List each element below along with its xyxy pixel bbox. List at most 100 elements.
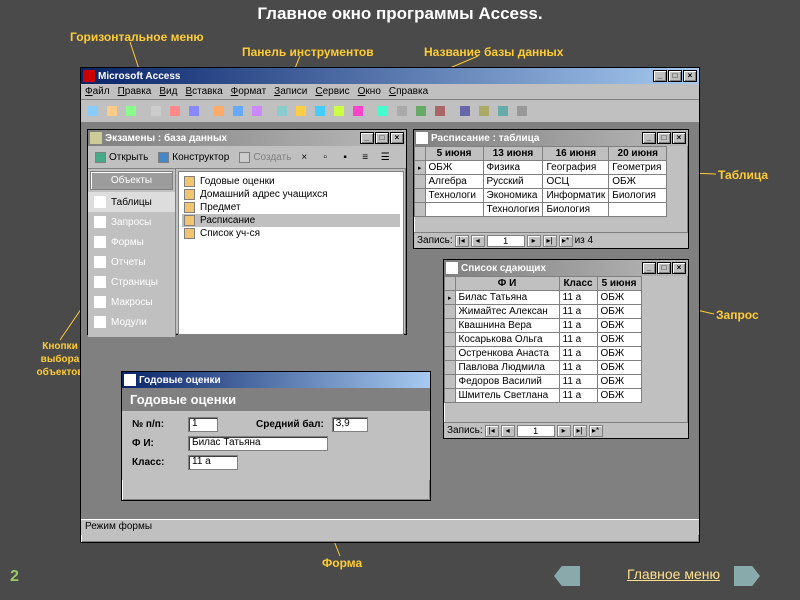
table-row[interactable]: Косарькова Ольга11 аОБЖ	[445, 333, 642, 347]
objects-item-таблицы[interactable]: Таблицы	[88, 192, 175, 212]
table-grid[interactable]: 5 июня13 июня16 июня20 июняОБЖФизикаГеог…	[414, 146, 667, 217]
table-row[interactable]: Остренкова Анаста11 аОБЖ	[445, 347, 642, 361]
db-item-list[interactable]: Годовые оценкиДомашний адрес учащихсяПре…	[178, 171, 404, 335]
nav-new-button[interactable]: ▸*	[559, 235, 573, 247]
name-field[interactable]: Билас Татьяна	[188, 436, 328, 451]
toolbar-button-5[interactable]	[185, 102, 203, 120]
menu-вставка[interactable]: Вставка	[185, 86, 222, 97]
objects-header[interactable]: Объекты	[90, 171, 173, 190]
nav-last-button[interactable]: ▸|	[573, 425, 587, 437]
open-button[interactable]: Открыть	[91, 148, 152, 166]
query-maximize-button[interactable]: □	[657, 262, 671, 274]
table-record-nav[interactable]: Запись: |◂ ◂ 1 ▸ ▸| ▸* из 4	[414, 232, 688, 248]
db-item[interactable]: Домашний адрес учащихся	[182, 188, 400, 201]
menu-записи[interactable]: Записи	[274, 86, 307, 97]
db-minimize-button[interactable]: _	[360, 132, 374, 144]
nav-last-button[interactable]: ▸|	[543, 235, 557, 247]
toolbar-button-10[interactable]	[292, 102, 310, 120]
class-field[interactable]: 11 а	[188, 455, 238, 470]
query-close-button[interactable]: ×	[672, 262, 686, 274]
toolbar-button-4[interactable]	[166, 102, 184, 120]
table-minimize-button[interactable]: _	[642, 132, 656, 144]
toolbar-button-15[interactable]	[393, 102, 411, 120]
objects-item-модули[interactable]: Модули	[88, 312, 175, 332]
toolbar-button-11[interactable]	[311, 102, 329, 120]
toolbar-button-3[interactable]	[147, 102, 165, 120]
toolbar-button-17[interactable]	[431, 102, 449, 120]
menu-окно[interactable]: Окно	[358, 86, 381, 97]
toolbar-button-18[interactable]	[456, 102, 474, 120]
toolbar-button-12[interactable]	[330, 102, 348, 120]
nav-next-button[interactable]: ▸	[557, 425, 571, 437]
toolbar-button-21[interactable]	[513, 102, 531, 120]
maximize-button[interactable]: □	[668, 70, 682, 82]
menu-правка[interactable]: Правка	[118, 86, 152, 97]
large-icons-button[interactable]: ▫	[316, 148, 334, 166]
db-maximize-button[interactable]: □	[375, 132, 389, 144]
design-button[interactable]: Конструктор	[154, 148, 233, 166]
table-row[interactable]: ОБЖФизикаГеографияГеометрия	[415, 161, 667, 175]
toolbar-button-1[interactable]	[103, 102, 121, 120]
toolbar-button-13[interactable]	[349, 102, 367, 120]
close-button[interactable]: ×	[683, 70, 697, 82]
nav-prev-button[interactable]: ◂	[471, 235, 485, 247]
prev-slide-button[interactable]	[554, 566, 580, 586]
toolbar-button-9[interactable]	[273, 102, 291, 120]
main-toolbar[interactable]	[81, 100, 699, 123]
nav-record-input[interactable]: 1	[517, 425, 555, 437]
table-row[interactable]: Жимайтес Алексан11 аОБЖ	[445, 305, 642, 319]
nav-first-button[interactable]: |◂	[455, 235, 469, 247]
nav-first-button[interactable]: |◂	[485, 425, 499, 437]
app-titlebar[interactable]: Microsoft Access _ □ ×	[81, 68, 699, 84]
table-row[interactable]: Шмитель Светлана11 аОБЖ	[445, 389, 642, 403]
table-row[interactable]: ТехнологиЭкономикаИнформатикБиология	[415, 189, 667, 203]
table-row[interactable]: Квашнина Вера11 аОБЖ	[445, 319, 642, 333]
table-row[interactable]: АлгебраРусскийОСЦОБЖ	[415, 175, 667, 189]
menu-вид[interactable]: Вид	[159, 86, 177, 97]
list-button[interactable]: ≡	[356, 148, 374, 166]
table-maximize-button[interactable]: □	[657, 132, 671, 144]
db-toolbar[interactable]: Открыть Конструктор Создать × ▫ ▪ ≡ ☰	[88, 146, 406, 169]
objects-item-макросы[interactable]: Макросы	[88, 292, 175, 312]
table-row[interactable]: Федоров Василий11 аОБЖ	[445, 375, 642, 389]
table-titlebar[interactable]: Расписание : таблица _ □ ×	[414, 130, 688, 146]
table-row[interactable]: Павлова Людмила11 аОБЖ	[445, 361, 642, 375]
table-row[interactable]: Билас Татьяна11 аОБЖ	[445, 291, 642, 305]
query-minimize-button[interactable]: _	[642, 262, 656, 274]
menu-файл[interactable]: Файл	[85, 86, 110, 97]
nav-next-button[interactable]: ▸	[527, 235, 541, 247]
form-titlebar[interactable]: Годовые оценки	[122, 372, 430, 388]
toolbar-button-19[interactable]	[475, 102, 493, 120]
toolbar-button-16[interactable]	[412, 102, 430, 120]
db-titlebar[interactable]: Экзамены : база данных _ □ ×	[88, 130, 406, 146]
toolbar-button-2[interactable]	[122, 102, 140, 120]
menu-формат[interactable]: Формат	[231, 86, 267, 97]
query-grid[interactable]: Ф ИКласс5 июняБилас Татьяна11 аОБЖЖимайт…	[444, 276, 642, 403]
main-menu-link[interactable]: Главное меню	[627, 566, 720, 582]
objects-item-запросы[interactable]: Запросы	[88, 212, 175, 232]
toolbar-button-14[interactable]	[374, 102, 392, 120]
toolbar-button-6[interactable]	[210, 102, 228, 120]
nav-prev-button[interactable]: ◂	[501, 425, 515, 437]
menubar[interactable]: Файл Правка Вид Вставка Формат Записи Сервис Ок…	[81, 84, 699, 100]
db-item[interactable]: Расписание	[182, 214, 400, 227]
create-button[interactable]: Создать	[235, 148, 295, 166]
next-slide-button[interactable]	[734, 566, 760, 586]
db-item[interactable]: Список уч-ся	[182, 227, 400, 240]
toolbar-button-8[interactable]	[248, 102, 266, 120]
menu-сервис[interactable]: Сервис	[315, 86, 349, 97]
nav-new-button[interactable]: ▸*	[589, 425, 603, 437]
num-field[interactable]: 1	[188, 417, 218, 432]
objects-item-страницы[interactable]: Страницы	[88, 272, 175, 292]
menu-справка[interactable]: Справка	[389, 86, 428, 97]
table-close-button[interactable]: ×	[672, 132, 686, 144]
query-titlebar[interactable]: Список сдающих _ □ ×	[444, 260, 688, 276]
nav-record-input[interactable]: 1	[487, 235, 525, 247]
db-item[interactable]: Предмет	[182, 201, 400, 214]
db-close-button[interactable]: ×	[390, 132, 404, 144]
small-icons-button[interactable]: ▪	[336, 148, 354, 166]
toolbar-button-20[interactable]	[494, 102, 512, 120]
db-item[interactable]: Годовые оценки	[182, 175, 400, 188]
toolbar-button-7[interactable]	[229, 102, 247, 120]
table-row[interactable]: ТехнологияБиология	[415, 203, 667, 217]
